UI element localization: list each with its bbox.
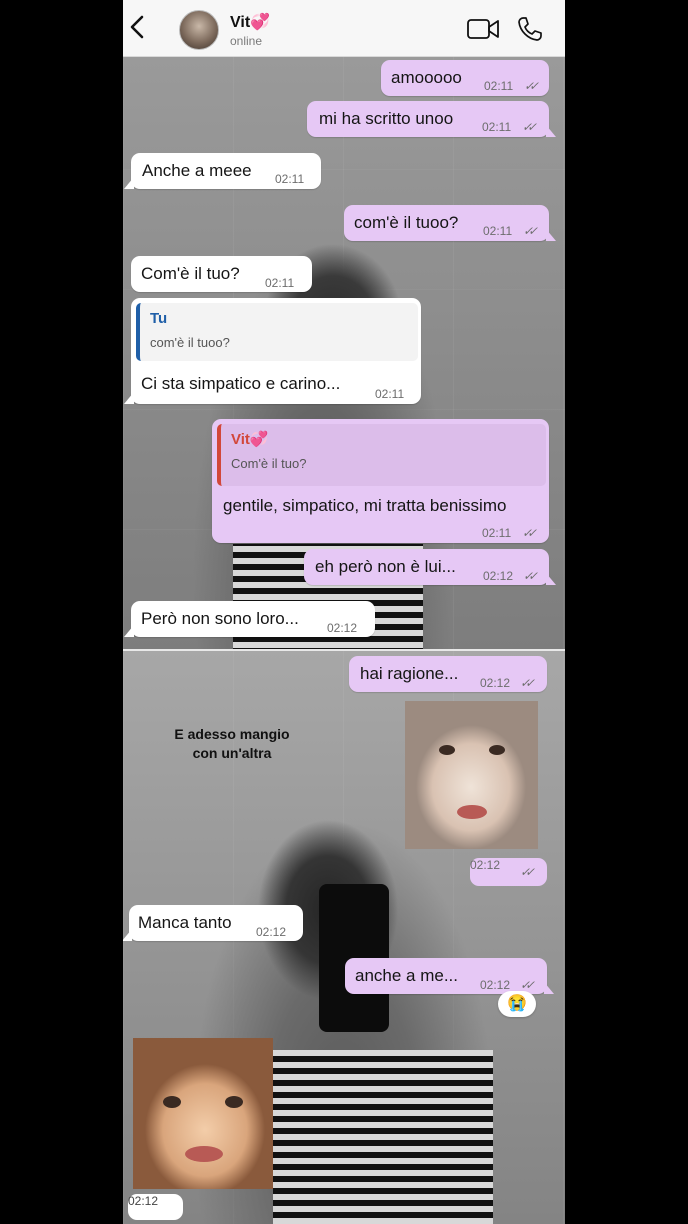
message-time: 02:12 (327, 621, 358, 635)
outgoing-message[interactable]: com'è il tuoo? 02:11 ✓✓ (344, 205, 556, 241)
read-receipt-icon: ✓✓ (522, 526, 537, 540)
message-text: amooooo (391, 68, 462, 87)
read-receipt-icon: ✓✓ (520, 676, 535, 690)
message-time: 02:12 (470, 858, 501, 872)
incoming-reply-message[interactable]: Tu com'è il tuoo? Ci sta simpatico e car… (124, 298, 421, 404)
message-text: Com'è il tuo? (141, 264, 240, 283)
message-time: 02:11 (483, 224, 513, 238)
message-time: 02:11 (265, 276, 295, 290)
quoted-author: Vit💞 (231, 431, 269, 448)
outgoing-reply-message[interactable]: Vit💞 Com'è il tuo? gentile, simpatico, m… (212, 419, 549, 543)
message-text: gentile, simpatico, mi tratta benissimo (223, 496, 507, 515)
contact-name[interactable]: Vit💞 (230, 12, 270, 32)
quoted-message[interactable]: Vit💞 Com'è il tuo? (217, 424, 546, 486)
video-call-icon[interactable] (467, 18, 499, 40)
message-text: hai ragione... (360, 664, 459, 683)
message-text: eh però non è lui... (315, 557, 456, 576)
read-receipt-icon: ✓✓ (522, 120, 537, 134)
screenshot-divider (123, 649, 565, 651)
sad-toddler-sticker[interactable] (133, 1038, 273, 1189)
sticker-timestamp: 02:12 (128, 1194, 183, 1220)
photo-caption: E adesso mangio con un'altra (174, 726, 290, 761)
message-time: 02:12 (256, 925, 287, 939)
message-time: 02:11 (482, 120, 512, 134)
read-receipt-icon: ✓✓ (520, 865, 535, 879)
outgoing-message[interactable]: hai ragione... 02:12 ✓✓ (349, 656, 547, 692)
message-time: 02:12 (128, 1194, 159, 1208)
message-text: Anche a meee (142, 161, 252, 180)
quoted-text: Com'è il tuo? (231, 456, 307, 471)
read-receipt-icon: ✓✓ (523, 224, 538, 238)
message-text: Manca tanto (138, 913, 232, 932)
message-time: 02:12 (483, 569, 514, 583)
incoming-message[interactable]: Però non sono loro... 02:12 (124, 601, 375, 637)
outgoing-message[interactable]: eh però non è lui... 02:12 ✓✓ (304, 549, 556, 585)
incoming-message[interactable]: Anche a meee 02:11 (124, 153, 321, 189)
back-arrow-icon[interactable] (127, 12, 149, 42)
contact-status: online (230, 34, 263, 48)
incoming-message[interactable]: Manca tanto 02:12 (123, 905, 303, 941)
message-text: anche a me... (355, 966, 459, 985)
crying-face-reaction-icon[interactable]: 😭 (498, 991, 536, 1017)
message-text: com'è il tuoo? (354, 213, 459, 232)
quoted-author: Tu (150, 310, 168, 327)
incoming-message[interactable]: Com'è il tuo? 02:11 (131, 256, 312, 292)
read-receipt-icon: ✓✓ (523, 569, 538, 583)
message-text: mi ha scritto unoo (319, 109, 454, 128)
message-text: Però non sono loro... (141, 609, 299, 628)
message-time: 02:12 (480, 676, 511, 690)
message-time: 02:11 (375, 387, 405, 401)
message-time: 02:11 (482, 526, 512, 540)
read-receipt-icon: ✓✓ (524, 79, 539, 93)
message-time: 02:11 (484, 79, 514, 93)
quoted-text: com'è il tuoo? (150, 335, 230, 350)
crying-baby-sticker[interactable] (405, 701, 538, 849)
chat-header: Vit💞 online (123, 0, 565, 57)
chat-screen: Vit💞 online amooooo 02:11 ✓✓ mi ha scrit… (123, 0, 565, 1224)
quoted-message[interactable]: Tu com'è il tuoo? (136, 303, 418, 361)
message-text: Ci sta simpatico e carino... (141, 374, 341, 393)
outgoing-message[interactable]: anche a me... 02:12 ✓✓ (345, 958, 554, 994)
message-time: 02:11 (275, 172, 305, 186)
phone-call-icon[interactable] (517, 16, 543, 42)
contact-avatar[interactable] (179, 10, 219, 50)
outgoing-message[interactable]: amooooo 02:11 ✓✓ (381, 60, 549, 96)
outgoing-message[interactable]: mi ha scritto unoo 02:11 ✓✓ (307, 101, 556, 137)
sticker-timestamp: 02:12 ✓✓ (470, 858, 547, 886)
